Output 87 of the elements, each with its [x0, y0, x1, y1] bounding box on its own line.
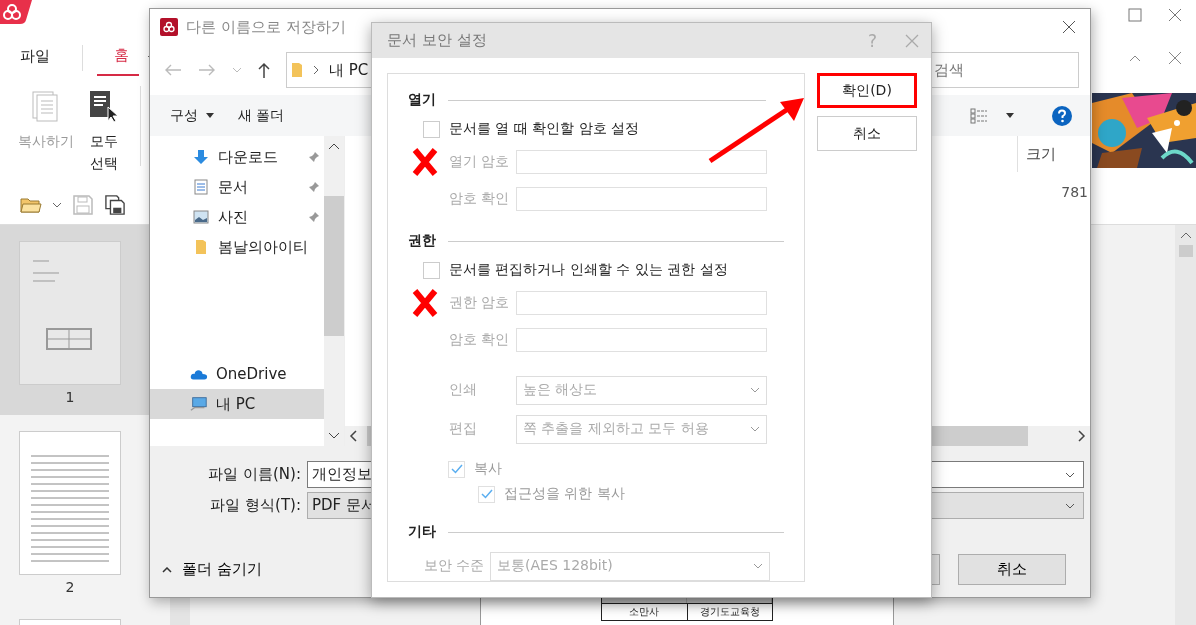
nav-item[interactable]: 문서 — [150, 172, 324, 202]
pages-icon — [31, 90, 61, 122]
chevron-left-icon[interactable] — [349, 430, 357, 442]
password-field[interactable] — [516, 150, 767, 174]
close-icon[interactable] — [1168, 8, 1182, 22]
chevron-up-icon[interactable] — [328, 142, 340, 150]
password-field[interactable] — [516, 291, 767, 315]
nav-item-label: 내 PC — [216, 394, 256, 414]
checkbox-label[interactable]: 문서를 열 때 확인할 암호 설정 — [449, 120, 640, 138]
chevron-down-icon[interactable] — [52, 202, 62, 208]
checkbox[interactable] — [423, 261, 440, 279]
dropdown-arrow-icon[interactable] — [1006, 113, 1014, 118]
chevron-right-icon — [313, 65, 319, 75]
chevron-up-icon — [162, 566, 172, 573]
table-cell-text: 경기도교육청 — [698, 605, 761, 619]
table-cell: 781 — [1061, 184, 1088, 200]
chevron-down-icon[interactable] — [328, 432, 340, 440]
image-icon — [192, 209, 210, 225]
save-icon[interactable] — [72, 195, 94, 215]
field-label: 암호 확인 — [449, 331, 511, 349]
nav-item-label: OneDrive — [216, 365, 287, 383]
nav-item-label: 봄날의아이티 — [218, 237, 308, 257]
pin-icon — [308, 211, 320, 223]
save-as-icon[interactable] — [104, 195, 126, 215]
ribbon-tab[interactable]: 홈 — [97, 40, 139, 76]
chevron-down-icon — [750, 426, 760, 432]
dropdown-arrow-icon — [206, 113, 214, 118]
section-heading: 권한 — [408, 232, 436, 250]
document-icon — [192, 179, 210, 195]
address-text: 내 PC — [329, 60, 369, 80]
table-cell: 소만사 — [602, 604, 688, 620]
checkbox-label[interactable]: 문서를 편집하거나 인쇄할 수 있는 권한 설정 — [449, 261, 728, 279]
download-arrow-icon — [192, 149, 210, 165]
nav-item[interactable]: 내 PC — [150, 389, 324, 419]
chevron-down-icon — [750, 387, 760, 393]
password-field[interactable] — [516, 187, 767, 211]
computer-icon — [190, 396, 208, 412]
up-arrow-icon[interactable] — [258, 62, 270, 78]
scrollbar[interactable] — [1175, 225, 1196, 625]
close-icon[interactable] — [1168, 51, 1182, 65]
column-header[interactable]: 크기 — [1017, 136, 1090, 172]
pin-icon — [308, 151, 320, 163]
scrollbar-thumb[interactable] — [324, 196, 344, 336]
scrollbar-thumb[interactable] — [1178, 245, 1193, 257]
field-label: 편집 — [449, 420, 478, 438]
chevron-down-icon[interactable] — [1065, 471, 1075, 478]
chevron-down-icon[interactable] — [1065, 502, 1075, 509]
field-label: 권한 암호 — [449, 294, 511, 312]
forward-arrow-icon[interactable] — [198, 64, 216, 76]
section-heading: 기타 — [408, 523, 436, 541]
ribbon-button[interactable]: 모두 선택 — [88, 90, 120, 174]
close-icon[interactable] — [1062, 20, 1076, 34]
dialog-button[interactable]: 확인(D) — [817, 73, 917, 108]
toolbar-button[interactable]: 새 폴더 — [238, 106, 285, 125]
back-arrow-icon[interactable] — [164, 64, 182, 76]
password-field[interactable] — [516, 328, 767, 352]
open-folder-icon[interactable] — [20, 195, 42, 215]
page-number: 1 — [65, 389, 75, 405]
window-title: 다른 이름으로 저장하기 — [186, 17, 346, 37]
field-label: 파일 이름(N): — [207, 465, 301, 484]
field-label: 열기 암호 — [449, 153, 511, 171]
ribbon-tab[interactable]: 파일 — [18, 41, 52, 75]
checkbox[interactable] — [423, 120, 440, 138]
chevron-right-icon[interactable] — [1078, 430, 1086, 442]
field-label: 암호 확인 — [449, 190, 511, 208]
chevron-up-icon[interactable] — [1179, 231, 1192, 239]
dialog-title: 문서 보안 설정 — [387, 31, 487, 50]
details-view-icon[interactable] — [970, 107, 988, 124]
section-heading: 열기 — [408, 91, 436, 109]
app-icon — [160, 18, 178, 36]
folder-icon — [291, 62, 303, 78]
nav-item-label: 사진 — [218, 207, 248, 227]
help-icon[interactable] — [1052, 105, 1072, 126]
chevron-down-icon — [753, 563, 763, 569]
nav-item[interactable]: 다운로드 — [150, 142, 324, 172]
pin-icon — [308, 181, 320, 193]
cancel-button[interactable]: 취소 — [958, 554, 1066, 585]
select-document-icon — [89, 90, 119, 122]
field-label: 보안 수준 — [424, 557, 486, 575]
nav-item-label: 다운로드 — [218, 147, 278, 167]
field-label: 인쇄 — [449, 381, 478, 399]
toolbar-button[interactable]: 구성 — [170, 106, 214, 125]
nav-item-label: 문서 — [218, 177, 248, 197]
field-label: 파일 형식(T): — [209, 496, 301, 515]
page-number: 2 — [65, 579, 75, 595]
dialog-button[interactable]: 취소 — [817, 116, 917, 151]
maximize-icon[interactable] — [1128, 8, 1142, 22]
